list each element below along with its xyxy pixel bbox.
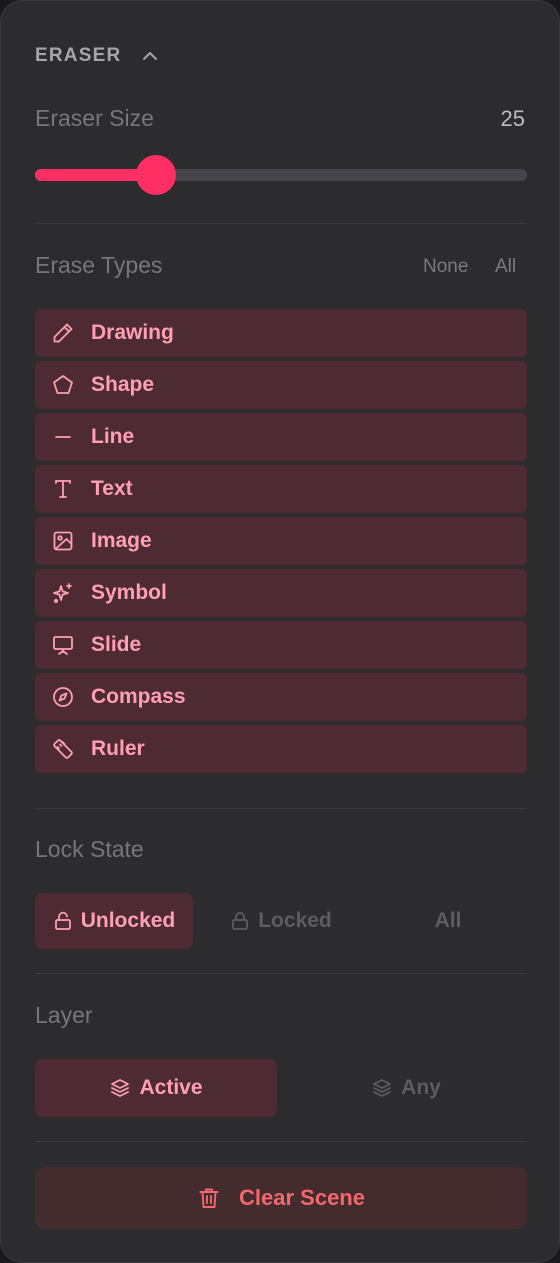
- divider: [35, 223, 527, 224]
- erase-type-label: Slide: [91, 633, 142, 656]
- lock-option-all[interactable]: All: [369, 893, 527, 949]
- section-title: ERASER: [35, 45, 122, 66]
- ruler-icon: [51, 737, 75, 761]
- layer-option-any[interactable]: Any: [285, 1059, 527, 1117]
- pencil-icon: [51, 321, 75, 345]
- lock-option-label: Unlocked: [80, 909, 176, 932]
- divider: [35, 808, 527, 809]
- layer-option-label: Any: [401, 1076, 441, 1099]
- slider-thumb[interactable]: [135, 155, 176, 195]
- lock-option-label: Locked: [258, 909, 332, 932]
- presentation-icon: [51, 633, 75, 657]
- divider: [35, 1141, 527, 1142]
- lock-option-label: All: [434, 909, 462, 932]
- erase-type-list: Drawing Shape Line Text Image Symbol Sli…: [35, 309, 527, 777]
- select-none-link[interactable]: None: [423, 256, 468, 278]
- erase-type-symbol[interactable]: Symbol: [35, 569, 527, 617]
- unlock-icon: [53, 911, 73, 931]
- erase-type-slide[interactable]: Slide: [35, 621, 527, 669]
- text-icon: [51, 477, 75, 501]
- lock-icon: [230, 911, 250, 931]
- erase-type-label: Text: [91, 477, 133, 500]
- lock-option-unlocked[interactable]: Unlocked: [35, 893, 193, 949]
- erase-type-image[interactable]: Image: [35, 517, 527, 565]
- layer-option-label: Active: [139, 1076, 203, 1099]
- lock-option-locked[interactable]: Locked: [201, 893, 361, 949]
- erase-type-label: Symbol: [91, 581, 167, 604]
- erase-type-label: Shape: [91, 373, 155, 396]
- section-header[interactable]: ERASER: [35, 45, 159, 67]
- eraser-panel: ERASER Eraser Size 25 Erase Types None A…: [0, 0, 560, 1263]
- select-all-link[interactable]: All: [495, 256, 516, 278]
- sparkles-icon: [51, 581, 75, 605]
- erase-type-drawing[interactable]: Drawing: [35, 309, 527, 357]
- erase-type-ruler[interactable]: Ruler: [35, 725, 527, 773]
- pentagon-icon: [51, 373, 75, 397]
- erase-type-line[interactable]: Line: [35, 413, 527, 461]
- lock-state-label: Lock State: [35, 836, 144, 862]
- erase-type-compass[interactable]: Compass: [35, 673, 527, 721]
- eraser-size-slider[interactable]: [35, 155, 527, 195]
- layers-icon: [109, 1077, 131, 1099]
- eraser-size-label: Eraser Size: [35, 105, 154, 131]
- erase-types-label: Erase Types: [35, 252, 163, 278]
- erase-type-shape[interactable]: Shape: [35, 361, 527, 409]
- erase-type-label: Drawing: [91, 321, 174, 344]
- eraser-size-value: 25: [500, 106, 525, 131]
- trash-icon: [197, 1186, 221, 1210]
- erase-type-label: Ruler: [91, 737, 145, 760]
- layer-label: Layer: [35, 1002, 93, 1028]
- clear-scene-button[interactable]: Clear Scene: [35, 1167, 527, 1229]
- divider: [35, 973, 527, 974]
- erase-type-label: Image: [91, 529, 152, 552]
- erase-type-label: Compass: [91, 685, 186, 708]
- erase-type-text[interactable]: Text: [35, 465, 527, 513]
- layer-option-active[interactable]: Active: [35, 1059, 277, 1117]
- compass-icon: [51, 685, 75, 709]
- clear-scene-label: Clear Scene: [239, 1185, 365, 1210]
- layers-icon: [371, 1077, 393, 1099]
- line-icon: [51, 425, 75, 449]
- erase-type-label: Line: [91, 425, 135, 448]
- chevron-up-icon[interactable]: [141, 47, 159, 65]
- image-icon: [51, 529, 75, 553]
